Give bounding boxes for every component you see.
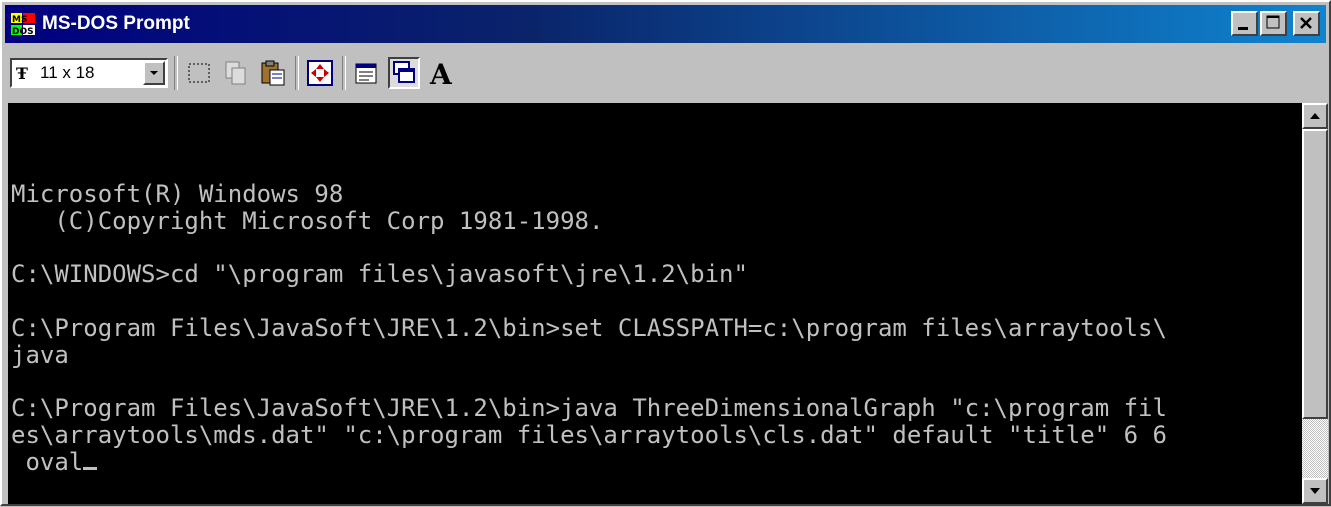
font-size-select[interactable]: Ŧ 11 x 18 [10, 58, 168, 88]
scroll-thumb[interactable] [1302, 129, 1328, 419]
copy-button[interactable] [220, 57, 252, 89]
console-output[interactable]: Microsoft(R) Windows 98 (C)Copyright Mic… [8, 103, 1302, 504]
console-line: C:\WINDOWS>cd "\program files\javasoft\j… [11, 260, 748, 289]
console-line: java [11, 340, 69, 369]
truetype-font-icon: Ŧ [16, 63, 28, 83]
mark-button[interactable] [183, 57, 215, 89]
scroll-up-button[interactable] [1302, 103, 1328, 129]
copy-icon [225, 61, 246, 85]
up-arrow-icon [1310, 113, 1320, 119]
properties-button[interactable] [351, 57, 383, 89]
background-icon [393, 61, 415, 83]
svg-text:DOS: DOS [12, 27, 34, 37]
font-icon: A [429, 58, 453, 91]
console-line: oval [11, 448, 1167, 476]
svg-text:MS: MS [12, 15, 27, 25]
console-line: C:\Program Files\JavaSoft\JRE\1.2\bin>se… [11, 313, 1167, 342]
mark-icon [188, 63, 210, 83]
toolbar-separator [174, 56, 178, 90]
down-arrow-icon [1310, 488, 1320, 494]
fullscreen-button[interactable] [304, 57, 336, 89]
console-line: es\arraytools\mds.dat" "c:\program files… [11, 420, 1167, 449]
vertical-scrollbar[interactable] [1302, 103, 1328, 504]
paste-icon [261, 60, 285, 86]
font-button[interactable]: A [425, 57, 457, 91]
console-line: (C)Copyright Microsoft Corp 1981-1998. [11, 206, 604, 235]
toolbar-separator [295, 56, 299, 90]
svg-text:A: A [429, 58, 453, 89]
fullscreen-icon [307, 60, 333, 86]
console-line: C:\Program Files\JavaSoft\JRE\1.2\bin>ja… [11, 394, 1167, 423]
paste-button[interactable] [257, 57, 289, 89]
scroll-down-button[interactable] [1302, 478, 1328, 504]
toolbar-separator [342, 56, 346, 90]
msdos-app-icon[interactable]: MS DOS [10, 11, 36, 37]
close-button[interactable] [1293, 11, 1320, 36]
background-button[interactable] [388, 57, 420, 89]
font-size-value: 11 x 18 [40, 63, 95, 82]
toolbar: Ŧ 11 x 18 A [5, 46, 1326, 100]
minimize-button[interactable] [1231, 11, 1258, 36]
title-bar[interactable]: MS DOS MS-DOS Prompt [5, 5, 1326, 43]
console-line: Microsoft(R) Windows 98 [11, 179, 344, 208]
maximize-button[interactable] [1260, 11, 1287, 36]
msdos-window: MS DOS MS-DOS Prompt Ŧ 11 x 18 A Microso… [0, 0, 1331, 506]
window-title: MS-DOS Prompt [42, 13, 190, 34]
console-text: Microsoft(R) Windows 98 (C)Copyright Mic… [11, 154, 1167, 476]
properties-icon [355, 63, 377, 84]
dropdown-arrow-button[interactable] [143, 61, 165, 85]
text-cursor [83, 466, 98, 470]
